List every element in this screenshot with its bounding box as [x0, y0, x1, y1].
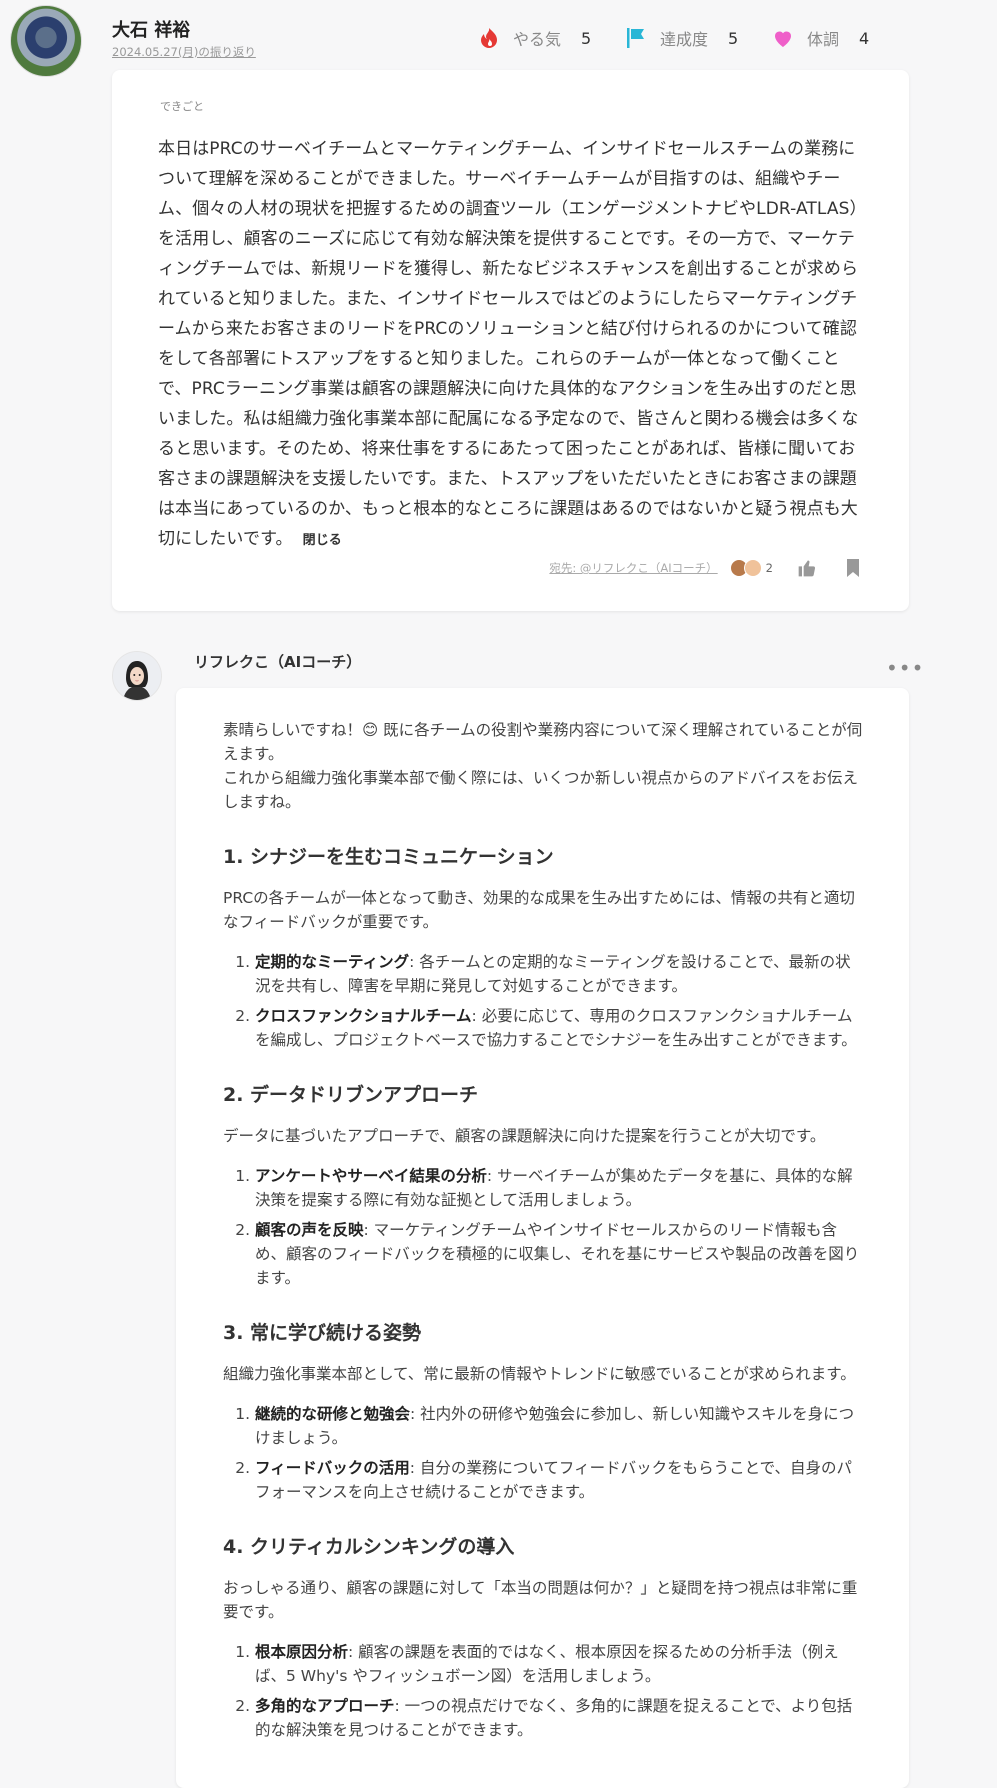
list-item: 多角的なアプローチ: 一つの視点だけでなく、多角的に課題を捉えることで、より包括… [255, 1694, 866, 1742]
reaction-count: 2 [765, 561, 773, 575]
journal-text: 本日はPRCのサーベイチームとマーケティングチーム、インサイドセールスチームの業… [158, 134, 862, 556]
journal-card: できごと 本日はPRCのサーベイチームとマーケティングチーム、インサイドセールス… [112, 70, 909, 611]
list-item: 根本原因分析: 顧客の課題を表面的ではなく、根本原因を探るための分析手法（例えば… [255, 1640, 866, 1688]
list-item-title: 多角的なアプローチ [255, 1697, 395, 1715]
reply-list: 根本原因分析: 顧客の課題を表面的ではなく、根本原因を探るための分析手法（例えば… [223, 1640, 866, 1742]
more-options-button[interactable]: ••• [886, 656, 924, 680]
list-item-title: アンケートやサーベイ結果の分析 [255, 1167, 487, 1185]
list-item: アンケートやサーベイ結果の分析: サーベイチームが集めたデータを基に、具体的な解… [255, 1164, 866, 1212]
reply-heading: 1. シナジーを生むコミュニケーション [223, 846, 554, 868]
list-item-title: 顧客の声を反映 [255, 1221, 364, 1239]
section-label: できごと [160, 100, 204, 113]
recipient-link[interactable]: 宛先: @リフレクこ（AIコーチ） [549, 560, 717, 576]
list-item: 定期的なミーティング: 各チームとの定期的なミーティングを設けることで、最新の状… [255, 950, 866, 998]
coach-name[interactable]: リフレクこ（AIコーチ） [194, 651, 361, 672]
reaction-avatars[interactable]: 2 [729, 559, 773, 577]
coach-reply-body: 素晴らしいですね！😊 既に各チームの役割や業務内容について深く理解されていること… [223, 718, 866, 1748]
list-item: フィードバックの活用: 自分の業務についてフィードバックをもらうことで、自身のパ… [255, 1456, 866, 1504]
list-item-title: 継続的な研修と勉強会 [255, 1405, 411, 1423]
list-item-title: フィードバックの活用 [255, 1459, 410, 1477]
flame-icon [477, 26, 501, 50]
reply-list: 継続的な研修と勉強会: 社内外の研修や勉強会に参加し、新しい知識やスキルを身につ… [223, 1402, 866, 1504]
author-name[interactable]: 大石 祥裕 [112, 16, 190, 42]
reply-paragraph: おっしゃる通り、顧客の課題に対して「本当の問題は何か？」と疑問を持つ視点は非常に… [223, 1579, 858, 1621]
list-item: クロスファンクショナルチーム: 必要に応じて、専用のクロスファンクショナルチーム… [255, 1004, 866, 1052]
stat-value: 5 [728, 28, 739, 48]
stat-motivation: やる気 5 [477, 26, 591, 50]
bookmark-icon [847, 559, 859, 577]
user-avatar[interactable] [10, 5, 82, 77]
date-link[interactable]: 2024.05.27(月)の振り返り [112, 44, 256, 60]
stat-condition: 体調 4 [771, 26, 869, 50]
heart-icon [771, 26, 795, 50]
list-item: 顧客の声を反映: マーケティングチームやインサイドセールスからのリード情報も含め… [255, 1218, 866, 1290]
stat-label: やる気 [513, 30, 562, 49]
stat-value: 4 [859, 28, 870, 48]
coach-reply-card: 素晴らしいですね！😊 既に各チームの役割や業務内容について深く理解されていること… [176, 688, 909, 1788]
bookmark-button[interactable] [841, 556, 865, 580]
reply-paragraph: データに基づいたアプローチで、顧客の課題解決に向けた提案を行うことが大切です。 [223, 1127, 826, 1145]
reply-paragraph: PRCの各チームが一体となって動き、効果的な成果を生み出すためには、情報の共有と… [223, 889, 855, 931]
coach-avatar[interactable] [112, 651, 162, 701]
stat-value: 5 [581, 28, 592, 48]
thumbs-up-icon [798, 560, 816, 577]
journal-body: 本日はPRCのサーベイチームとマーケティングチーム、インサイドセールスチームの業… [158, 139, 859, 549]
stat-label: 達成度 [660, 30, 709, 49]
reply-intro: これから組織力強化事業本部で働く際には、いくつか新しい視点からのアドバイスをお伝… [223, 769, 859, 811]
reply-heading: 2. データドリブンアプローチ [223, 1084, 479, 1106]
list-item: 継続的な研修と勉強会: 社内外の研修や勉強会に参加し、新しい知識やスキルを身につ… [255, 1402, 866, 1450]
stat-label: 体調 [807, 30, 840, 49]
reply-list: 定期的なミーティング: 各チームとの定期的なミーティングを設けることで、最新の状… [223, 950, 866, 1052]
card-footer: 宛先: @リフレクこ（AIコーチ） 2 [549, 556, 865, 580]
list-item-title: 定期的なミーティング [255, 953, 410, 971]
reply-paragraph: 組織力強化事業本部として、常に最新の情報やトレンドに敏感でいることが求められます… [223, 1365, 856, 1383]
close-button[interactable]: 閉じる [303, 533, 342, 548]
journal-page: 大石 祥裕 2024.05.27(月)の振り返り やる気 5 達成度 5 体調 … [0, 0, 997, 1788]
reply-list: アンケートやサーベイ結果の分析: サーベイチームが集めたデータを基に、具体的な解… [223, 1164, 866, 1290]
list-item-title: 根本原因分析 [255, 1643, 349, 1661]
reaction-avatar-icon [743, 559, 762, 577]
flag-icon [624, 26, 648, 50]
like-button[interactable] [795, 556, 819, 580]
stat-achievement: 達成度 5 [624, 26, 738, 50]
reply-intro: 素晴らしいですね！😊 既に各チームの役割や業務内容について深く理解されていること… [223, 721, 863, 763]
reply-heading: 3. 常に学び続ける姿勢 [223, 1322, 422, 1344]
list-item-title: クロスファンクショナルチーム [255, 1007, 472, 1025]
reply-heading: 4. クリティカルシンキングの導入 [223, 1536, 515, 1558]
